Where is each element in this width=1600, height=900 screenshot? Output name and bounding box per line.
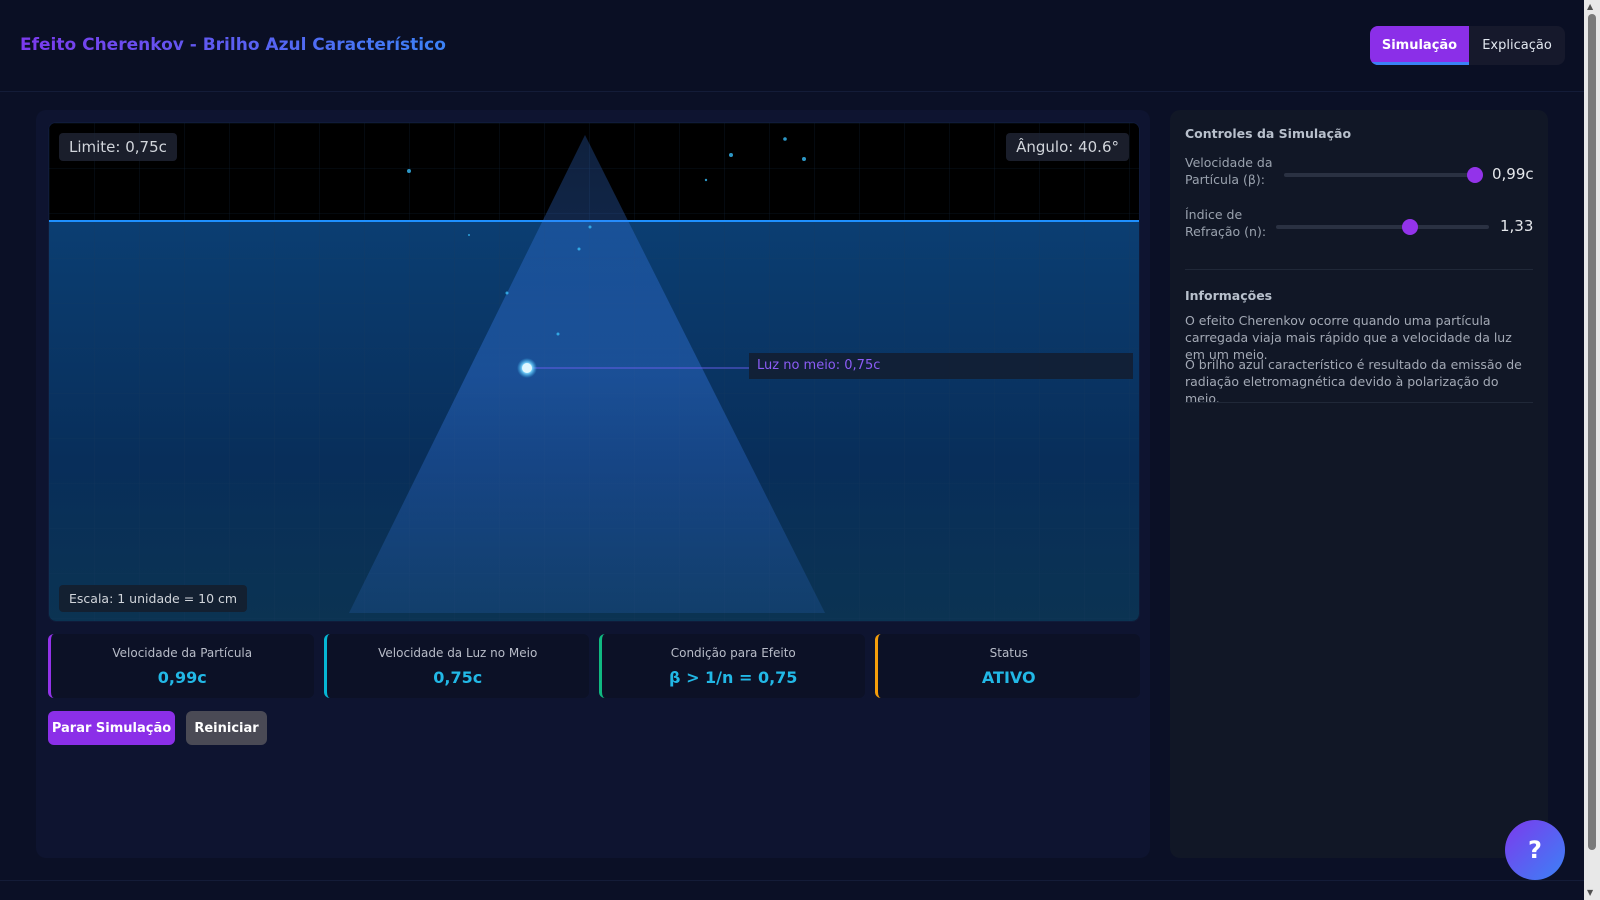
scroll-thumb[interactable]: [1588, 14, 1596, 850]
refraction-label: Índice de Refração (n):: [1185, 207, 1267, 239]
limit-label: Limite: 0,75c: [59, 133, 177, 161]
angle-label: Ângulo: 40.6°: [1006, 133, 1129, 161]
simulation-canvas: Limite: 0,75c Ângulo: 40.6° Luz no meio:…: [48, 122, 1140, 622]
stat-light-speed: Velocidade da Luz no Meio 0,75c: [323, 634, 589, 698]
stat-status: Status ATIVO: [874, 634, 1140, 698]
light-speed-label: Luz no meio: 0,75c: [749, 353, 1133, 379]
stats-row: Velocidade da Partícula 0,99c Velocidade…: [48, 634, 1140, 698]
app-header: Efeito Cherenkov - Brilho Azul Caracterí…: [0, 0, 1584, 92]
velocity-slider-thumb[interactable]: [1467, 167, 1484, 183]
footer-divider: [0, 880, 1584, 881]
stat-condition: Condição para Efeito β > 1/n = 0,75: [599, 634, 865, 698]
stat-value: β > 1/n = 0,75: [669, 668, 798, 687]
info-paragraph: O brilho azul característico é resultado…: [1185, 357, 1522, 406]
refraction-slider-thumb[interactable]: [1402, 219, 1419, 235]
refraction-value: 1,33: [1500, 217, 1534, 235]
velocity-value: 0,99c: [1492, 165, 1534, 183]
reset-button[interactable]: Reiniciar: [186, 711, 267, 745]
velocity-label: Velocidade da Partícula (β):: [1185, 155, 1273, 187]
refraction-slider[interactable]: [1276, 225, 1489, 229]
stat-label: Velocidade da Luz no Meio: [378, 646, 538, 660]
scrollbar[interactable]: ▲ ▼: [1584, 0, 1600, 900]
stat-value: 0,75c: [433, 668, 483, 687]
app-title: Efeito Cherenkov - Brilho Azul Caracterí…: [20, 35, 446, 55]
info-title: Informações: [1185, 288, 1273, 303]
stat-label: Condição para Efeito: [670, 646, 796, 660]
view-tabs: Simulação Explicação: [1370, 26, 1565, 65]
controls-panel: Controles da Simulação Velocidade da Par…: [1170, 110, 1548, 858]
stat-label: Velocidade da Partícula: [112, 646, 253, 660]
controls-title: Controles da Simulação: [1185, 126, 1352, 141]
stat-particle-speed: Velocidade da Partícula 0,99c: [48, 634, 314, 698]
stat-value: ATIVO: [981, 668, 1036, 687]
stat-value: 0,99c: [157, 668, 207, 687]
scroll-up-icon[interactable]: ▲: [1587, 2, 1593, 11]
divider: [1185, 269, 1533, 270]
help-button[interactable]: ?: [1505, 820, 1565, 880]
scroll-down-icon[interactable]: ▼: [1587, 888, 1593, 897]
tab-explicacao[interactable]: Explicação: [1469, 26, 1565, 65]
velocity-slider[interactable]: [1284, 173, 1477, 177]
stat-label: Status: [989, 646, 1028, 660]
scale-label: Escala: 1 unidade = 10 cm: [59, 585, 248, 612]
divider: [1185, 402, 1533, 403]
tab-simulacao[interactable]: Simulação: [1370, 26, 1469, 65]
stop-simulation-button[interactable]: Parar Simulação: [48, 711, 175, 745]
